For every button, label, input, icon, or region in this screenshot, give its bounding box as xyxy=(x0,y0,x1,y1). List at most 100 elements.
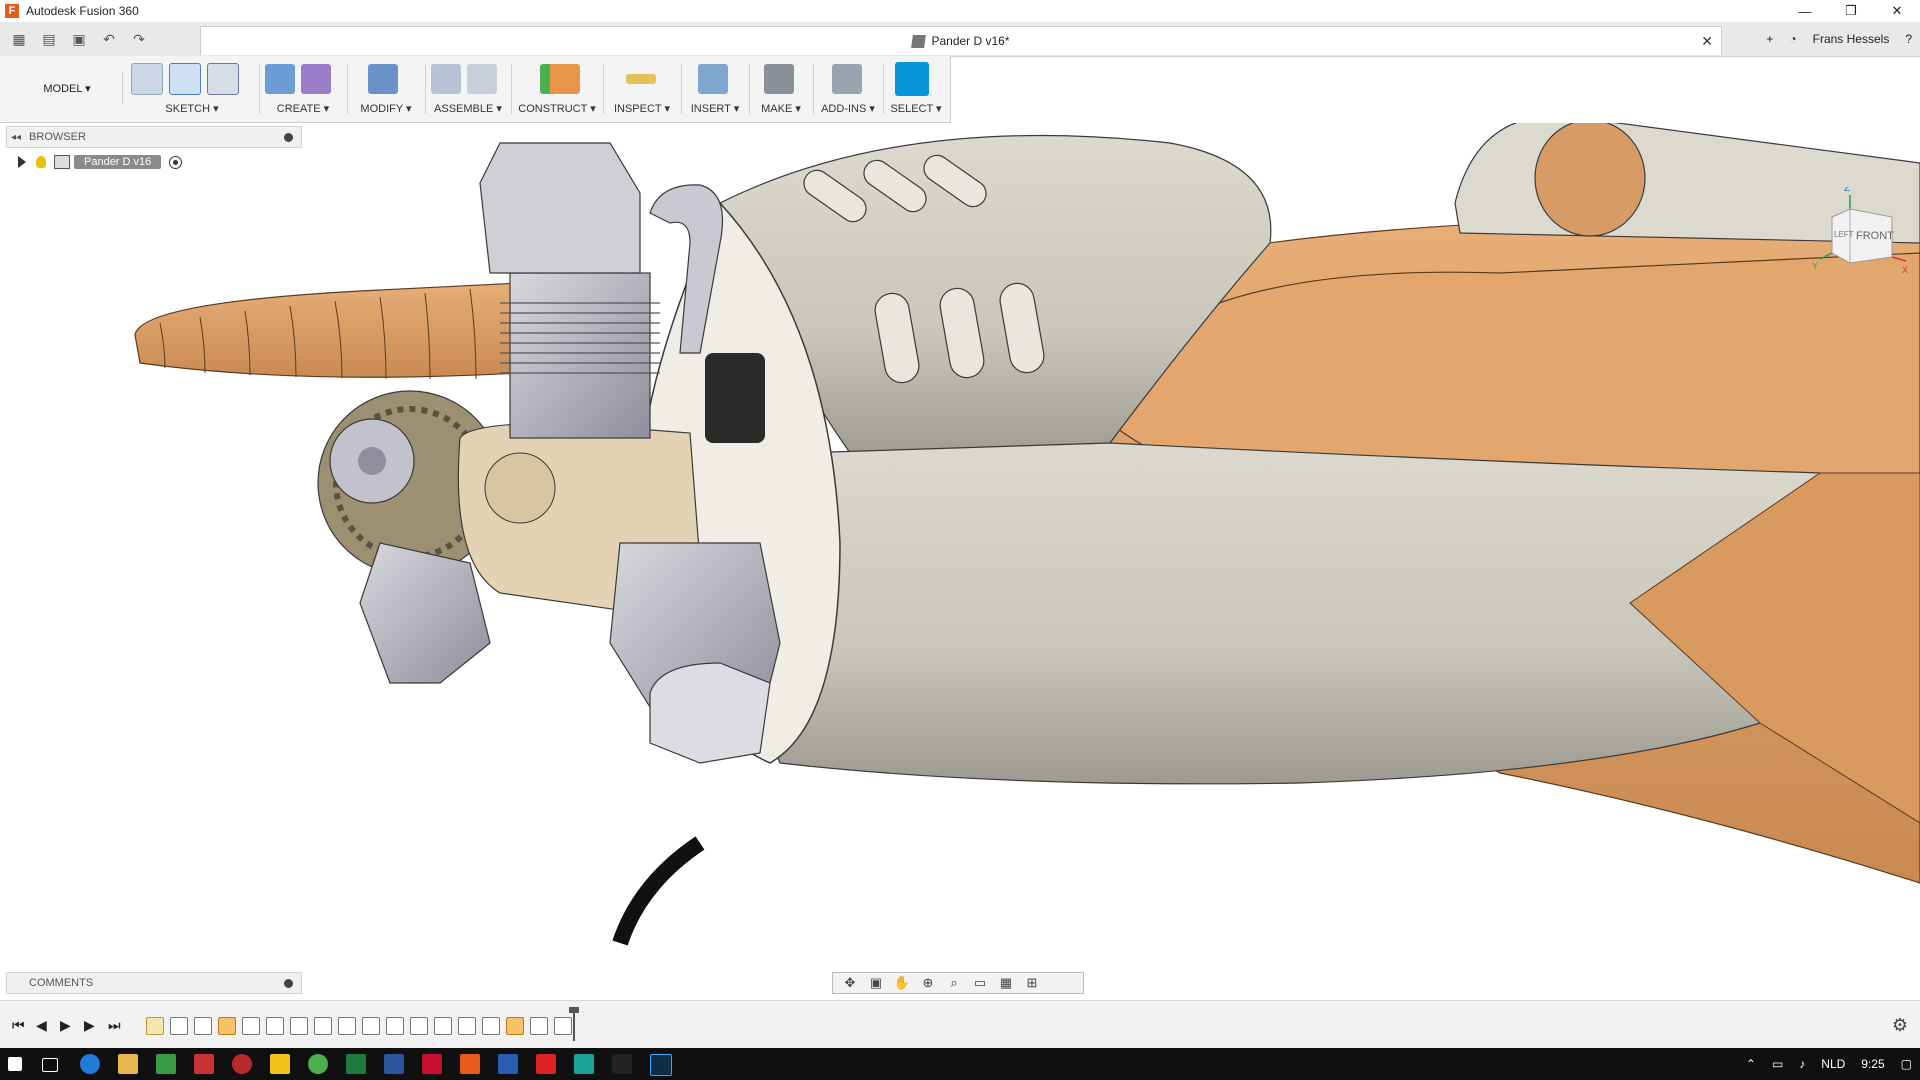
browser-root-node[interactable]: Pander D v16 xyxy=(18,152,183,172)
make-menu[interactable]: MAKE ▾ xyxy=(752,102,810,115)
app-icon[interactable] xyxy=(422,1054,442,1074)
data-panel-icon[interactable]: ▦ xyxy=(8,28,30,50)
joint-icon[interactable] xyxy=(467,64,497,94)
notifications-icon[interactable]: ▢ xyxy=(1901,1057,1912,1071)
timeline-marker[interactable] xyxy=(569,1007,579,1041)
go-to-start-icon[interactable]: ⏮ xyxy=(12,1017,25,1034)
edge-icon[interactable] xyxy=(80,1054,100,1074)
canvas-viewport[interactable]: Z X Y LEFT FRONT xyxy=(0,123,1920,999)
app-icon[interactable] xyxy=(232,1054,252,1074)
timeline-feature[interactable] xyxy=(362,1017,380,1035)
close-tab-button[interactable]: ✕ xyxy=(1701,33,1713,50)
insert-image-icon[interactable] xyxy=(698,64,728,94)
assemble-menu[interactable]: ASSEMBLE ▾ xyxy=(428,102,508,115)
addins-group[interactable]: ADD-INS ▾ xyxy=(816,62,884,118)
pan-icon[interactable]: ✋ xyxy=(892,975,912,991)
extrude-icon[interactable] xyxy=(265,64,295,94)
network-icon[interactable]: ▭ xyxy=(1772,1057,1783,1071)
workspace-switcher[interactable]: MODEL ▾ xyxy=(12,72,123,104)
orbit-icon[interactable]: ✥ xyxy=(840,975,860,991)
help-icon[interactable]: ? xyxy=(1905,32,1912,46)
timeline-feature[interactable] xyxy=(506,1017,524,1035)
redo-icon[interactable]: ↷ xyxy=(128,28,150,50)
timeline-feature[interactable] xyxy=(554,1017,572,1035)
look-at-icon[interactable]: ▣ xyxy=(866,975,886,991)
app-icon[interactable] xyxy=(574,1054,594,1074)
app-icon[interactable] xyxy=(194,1054,214,1074)
timeline-feature[interactable] xyxy=(410,1017,428,1035)
make-group[interactable]: MAKE ▾ xyxy=(752,62,814,118)
app-icon[interactable] xyxy=(270,1054,290,1074)
timeline-feature[interactable] xyxy=(530,1017,548,1035)
assemble-group[interactable]: ASSEMBLE ▾ xyxy=(428,62,512,118)
viewports-icon[interactable]: ⊞ xyxy=(1022,975,1042,991)
save-icon[interactable]: ▣ xyxy=(68,28,90,50)
step-forward-icon[interactable]: ▶ xyxy=(84,1017,95,1034)
expand-arrow-icon[interactable] xyxy=(18,156,26,168)
timeline-feature[interactable] xyxy=(458,1017,476,1035)
add-comment-icon[interactable] xyxy=(284,978,293,988)
grid-settings-icon[interactable]: ▦ xyxy=(996,975,1016,991)
timeline-feature[interactable] xyxy=(314,1017,332,1035)
timeline-feature[interactable] xyxy=(338,1017,356,1035)
language-indicator[interactable]: NLD xyxy=(1821,1057,1845,1071)
root-component-name[interactable]: Pander D v16 xyxy=(74,155,162,169)
modify-menu[interactable]: MODIFY ▾ xyxy=(350,102,422,115)
sketch-menu[interactable]: SKETCH ▾ xyxy=(128,102,256,115)
new-component-icon[interactable] xyxy=(431,64,461,94)
line-icon[interactable] xyxy=(169,63,201,95)
timeline-feature[interactable] xyxy=(290,1017,308,1035)
play-icon[interactable]: ▶ xyxy=(60,1017,71,1034)
word-icon[interactable] xyxy=(384,1054,404,1074)
timeline-feature[interactable] xyxy=(170,1017,188,1035)
sketch-group[interactable]: SKETCH ▾ xyxy=(128,62,260,118)
timeline-feature[interactable] xyxy=(266,1017,284,1035)
browser-pin-icon[interactable] xyxy=(284,132,293,142)
timeline-settings-icon[interactable]: ⚙ xyxy=(1892,1015,1908,1036)
rectangle-icon[interactable] xyxy=(207,63,239,95)
inspect-menu[interactable]: INSPECT ▾ xyxy=(606,102,678,115)
viewcube[interactable]: Z X Y LEFT FRONT xyxy=(1810,183,1910,287)
activate-radio-icon[interactable] xyxy=(169,155,183,169)
create-group[interactable]: CREATE ▾ xyxy=(262,62,348,118)
form-icon[interactable] xyxy=(301,64,331,94)
select-menu[interactable]: SELECT ▾ xyxy=(886,102,946,115)
measure-icon[interactable] xyxy=(626,74,656,84)
modify-group[interactable]: MODIFY ▾ xyxy=(350,62,426,118)
excel-icon[interactable] xyxy=(346,1054,366,1074)
timeline-feature[interactable] xyxy=(242,1017,260,1035)
create-sketch-icon[interactable] xyxy=(131,63,163,95)
browser-panel-header[interactable]: ◂◂ BROWSER xyxy=(6,126,302,148)
go-to-end-icon[interactable]: ⏭ xyxy=(108,1017,121,1034)
press-pull-icon[interactable] xyxy=(368,64,398,94)
insert-group[interactable]: INSERT ▾ xyxy=(684,62,750,118)
app-icon[interactable] xyxy=(612,1054,632,1074)
timeline-feature[interactable] xyxy=(482,1017,500,1035)
construct-menu[interactable]: CONSTRUCT ▾ xyxy=(514,102,600,115)
photoshop-icon[interactable] xyxy=(650,1054,672,1076)
user-account[interactable]: Frans Hessels xyxy=(1813,32,1890,46)
scripts-icon[interactable] xyxy=(832,64,862,94)
app-icon[interactable] xyxy=(156,1054,176,1074)
minimize-button[interactable]: — xyxy=(1782,0,1828,22)
collapse-icon[interactable]: ◂◂ xyxy=(11,132,21,143)
construct-group[interactable]: CONSTRUCT ▾ xyxy=(514,62,604,118)
fusion-taskbar-icon[interactable] xyxy=(460,1054,480,1074)
start-icon[interactable] xyxy=(8,1057,22,1071)
comments-panel[interactable]: COMMENTS xyxy=(6,972,302,994)
undo-icon[interactable]: ↶ xyxy=(98,28,120,50)
timeline-feature[interactable] xyxy=(218,1017,236,1035)
document-tab[interactable]: Pander D v16* ✕ xyxy=(200,26,1722,55)
acrobat-icon[interactable] xyxy=(536,1054,556,1074)
addins-menu[interactable]: ADD-INS ▾ xyxy=(816,102,880,115)
3d-print-icon[interactable] xyxy=(764,64,794,94)
fit-icon[interactable]: ⌕ xyxy=(944,975,964,991)
close-window-button[interactable]: ✕ xyxy=(1874,0,1920,22)
display-settings-icon[interactable]: ▭ xyxy=(970,975,990,991)
create-menu[interactable]: CREATE ▾ xyxy=(262,102,344,115)
select-icon[interactable] xyxy=(895,62,929,96)
chrome-icon[interactable] xyxy=(308,1054,328,1074)
clock[interactable]: 9:25 xyxy=(1861,1057,1884,1071)
inspect-group[interactable]: INSPECT ▾ xyxy=(606,62,682,118)
insert-menu[interactable]: INSERT ▾ xyxy=(684,102,746,115)
